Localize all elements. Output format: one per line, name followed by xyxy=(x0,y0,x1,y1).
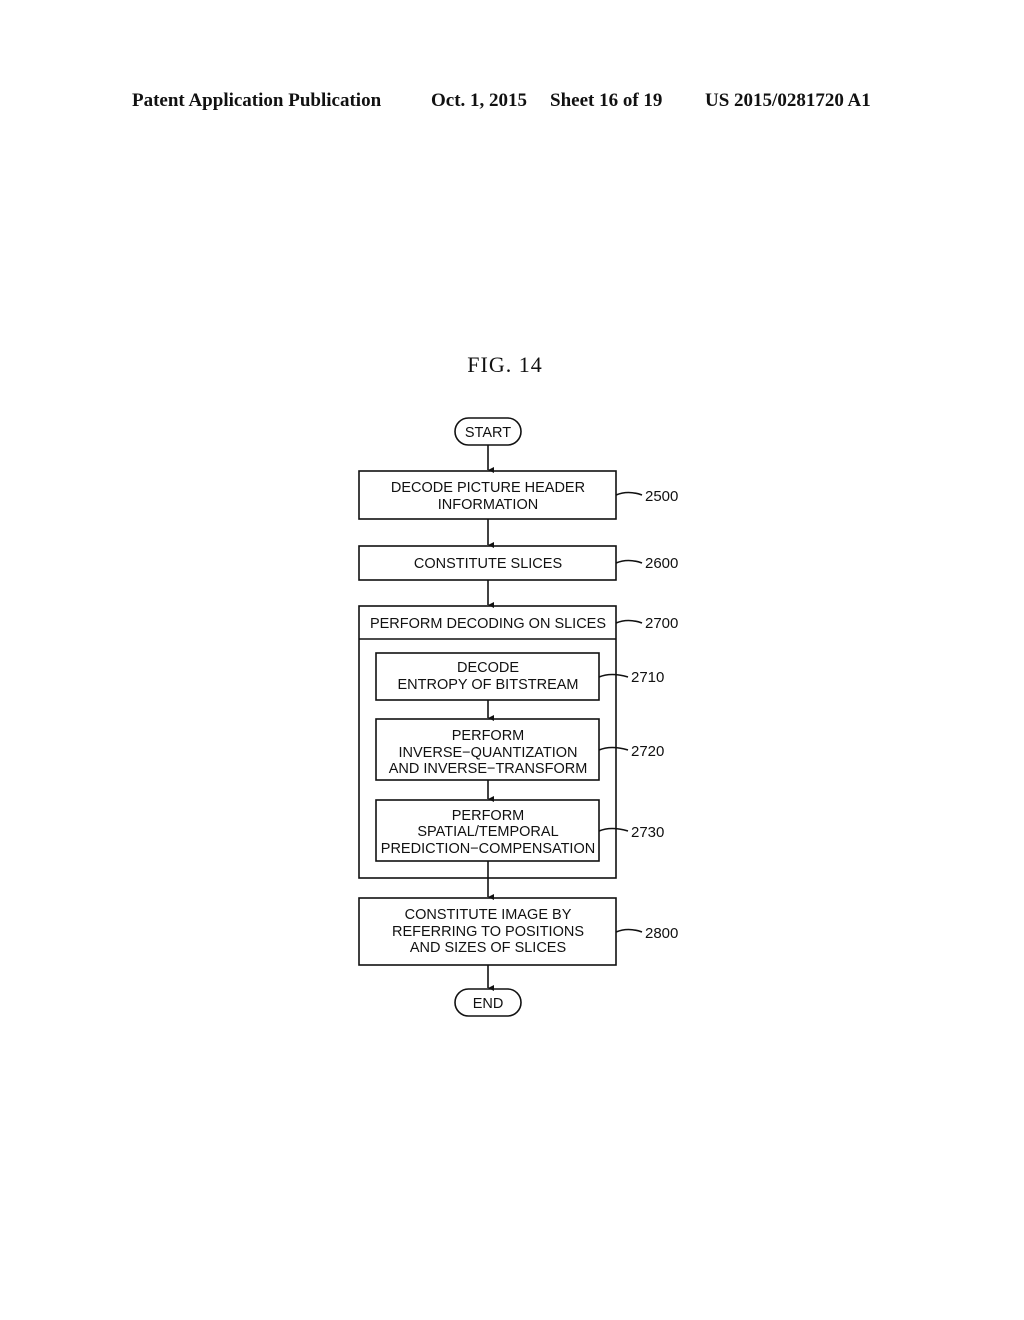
step-2800-text-line: AND SIZES OF SLICES xyxy=(410,940,566,956)
substep-2730-text-line: SPATIAL/TEMPORAL xyxy=(417,824,558,840)
step-2500-text-line: INFORMATION xyxy=(438,497,538,513)
leader-line-2710 xyxy=(598,673,629,678)
step-2800-ref: 2800 xyxy=(645,925,678,942)
leader-line-2720 xyxy=(598,746,629,751)
step-2700-ref: 2700 xyxy=(645,615,678,632)
substep-2710-ref: 2710 xyxy=(631,669,664,686)
flowchart: START END DECODE PICTURE HEADER INFORMAT… xyxy=(358,417,678,1017)
step-2800-text-line: REFERRING TO POSITIONS xyxy=(392,924,584,940)
leader-line-2800 xyxy=(615,928,643,933)
step-2800-text-line: CONSTITUTE IMAGE BY xyxy=(405,907,572,923)
leader-line-2600 xyxy=(615,559,643,564)
start-label: START xyxy=(465,425,511,441)
substep-2730-ref: 2730 xyxy=(631,824,664,841)
substep-2730-text-line: PREDICTION−COMPENSATION xyxy=(381,841,595,857)
end-label: END xyxy=(473,996,504,1012)
step-2600-text-line: CONSTITUTE SLICES xyxy=(414,556,562,572)
substep-2710-text-line: ENTROPY OF BITSTREAM xyxy=(397,677,578,693)
leader-line-2500 xyxy=(615,491,643,496)
step-2700-text-line: PERFORM DECODING ON SLICES xyxy=(370,616,606,632)
step-2500-text-line: DECODE PICTURE HEADER xyxy=(391,480,585,496)
substep-2720-ref: 2720 xyxy=(631,743,664,760)
substep-2710-text-line: DECODE xyxy=(457,660,519,676)
substep-2730-text-line: PERFORM xyxy=(452,808,525,824)
step-2600-ref: 2600 xyxy=(645,555,678,572)
substep-2720-text-line: INVERSE−QUANTIZATION xyxy=(399,745,578,761)
substep-2720-text-line: PERFORM xyxy=(452,728,525,744)
leader-line-2730 xyxy=(598,827,629,832)
leader-line-2700 xyxy=(615,619,643,624)
substep-2720-text-line: AND INVERSE−TRANSFORM xyxy=(389,761,588,777)
step-2500-ref: 2500 xyxy=(645,488,678,505)
